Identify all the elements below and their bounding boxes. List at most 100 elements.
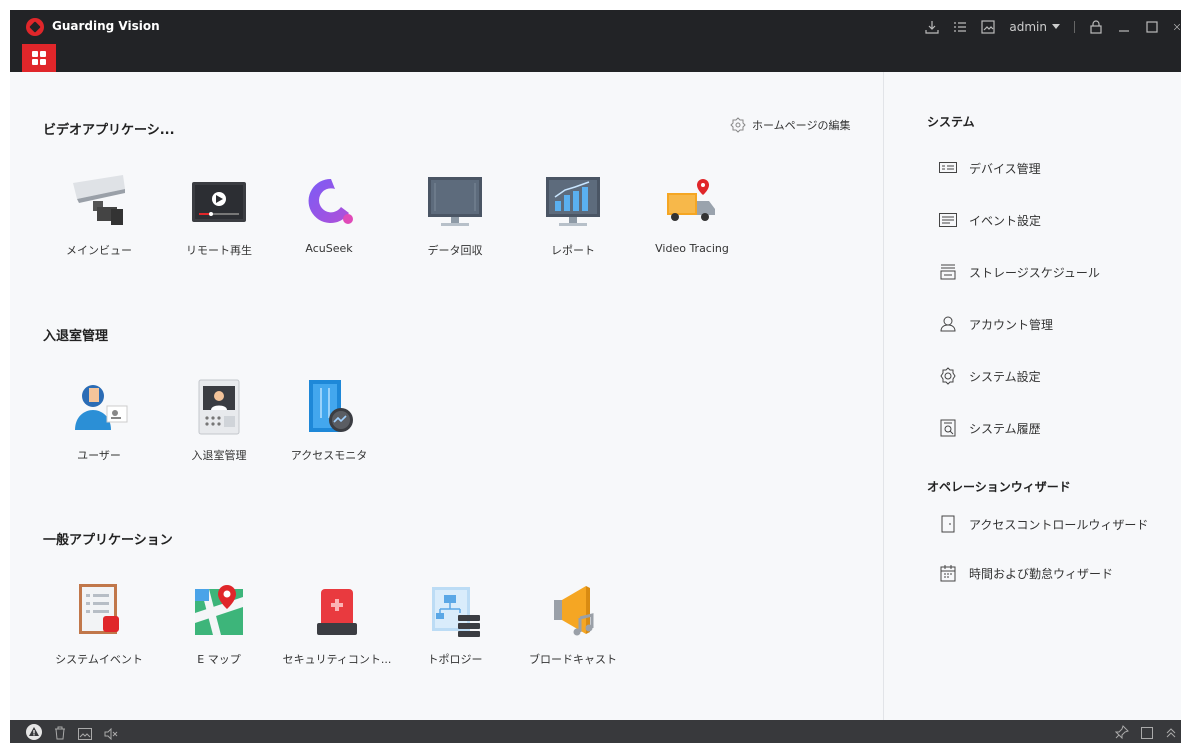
- username: admin: [1009, 20, 1047, 34]
- chevron-up-icon[interactable]: [1165, 724, 1177, 743]
- app-label: メインビュー: [66, 244, 132, 257]
- gear-icon: [730, 117, 746, 133]
- right-panel: システム デバイス管理 イベント設定 ストレージスケジュール アカウント管理 シ…: [884, 72, 1181, 720]
- app-window: Guarding Vision admin ビデオアプリケーシ... ホームペー…: [0, 0, 1181, 743]
- top-margin: [0, 0, 1181, 10]
- minimize-icon[interactable]: [1117, 20, 1131, 34]
- app-label: AcuSeek: [305, 242, 353, 255]
- trash-icon[interactable]: [54, 725, 66, 743]
- menu-label: ストレージスケジュール: [969, 265, 1100, 280]
- door-icon: [939, 515, 957, 533]
- image-icon[interactable]: [78, 725, 92, 743]
- app-label: リモート再生: [186, 244, 252, 257]
- access-monitor-icon: [297, 377, 361, 437]
- menu-storage-schedule[interactable]: ストレージスケジュール: [939, 263, 1100, 281]
- section-title-video: ビデオアプリケーシ...: [43, 123, 175, 138]
- data-monitor-icon: [423, 172, 487, 232]
- camera-icon: [67, 172, 131, 232]
- separator: [1074, 21, 1075, 33]
- app-emap[interactable]: E マップ: [159, 581, 279, 676]
- app-security-control[interactable]: セキュリティコント...: [277, 581, 397, 676]
- wizard-section-title: オペレーションウィザード: [927, 480, 1071, 494]
- map-pin-icon: [187, 581, 251, 641]
- task-list-icon[interactable]: [953, 20, 967, 34]
- broadcast-icon: [541, 581, 605, 641]
- app-label: データ回収: [427, 244, 483, 257]
- alarm-warning-icon[interactable]: [26, 724, 42, 743]
- maximize-icon[interactable]: [1145, 20, 1159, 34]
- truck-location-icon: [660, 172, 724, 232]
- app-broadcast[interactable]: ブロードキャスト: [513, 581, 633, 676]
- menu-label: システム設定: [969, 369, 1041, 384]
- user-menu[interactable]: admin: [1009, 20, 1060, 34]
- menu-attendance-wizard[interactable]: 時間および勤怠ウィザード: [939, 564, 1113, 582]
- picture-icon[interactable]: [981, 20, 995, 34]
- edit-homepage-label: ホームページの編集: [752, 119, 851, 132]
- menu-account-management[interactable]: アカウント管理: [939, 315, 1053, 333]
- app-label: セキュリティコント...: [282, 653, 392, 666]
- menu-label: デバイス管理: [969, 161, 1041, 176]
- door-station-icon: [187, 377, 251, 437]
- menu-device-management[interactable]: デバイス管理: [939, 159, 1041, 177]
- app-remote-playback[interactable]: リモート再生: [159, 172, 279, 267]
- app-label: トポロジー: [427, 653, 483, 666]
- menu-access-control-wizard[interactable]: アクセスコントロールウィザード: [939, 515, 1148, 533]
- caret-down-icon: [1052, 24, 1060, 29]
- app-label: 入退室管理: [191, 449, 247, 462]
- menu-label: システム履歴: [969, 421, 1041, 436]
- menu-label: イベント設定: [969, 213, 1042, 228]
- user-card-icon: [67, 377, 131, 437]
- app-system-event[interactable]: システムイベント: [39, 581, 159, 676]
- download-icon[interactable]: [925, 20, 939, 34]
- edit-homepage-button[interactable]: ホームページの編集: [730, 117, 850, 133]
- section-title-access: 入退室管理: [43, 329, 109, 344]
- account-icon: [939, 315, 957, 333]
- app-label: ユーザー: [77, 449, 121, 462]
- menu-event-settings[interactable]: イベント設定: [939, 211, 1041, 229]
- left-margin: [0, 72, 10, 720]
- close-icon[interactable]: [1173, 20, 1181, 34]
- playback-icon: [187, 172, 251, 232]
- app-access-monitor[interactable]: アクセスモニタ: [269, 377, 389, 472]
- section-title-general: 一般アプリケーション: [43, 533, 173, 548]
- app-label: システムイベント: [55, 653, 143, 666]
- menu-system-settings[interactable]: システム設定: [939, 367, 1041, 385]
- home-tab[interactable]: [22, 44, 56, 72]
- main-content: ビデオアプリケーシ... ホームページの編集 メインビュー リモート再生 Acu…: [10, 72, 883, 720]
- window-icon[interactable]: [1141, 724, 1153, 743]
- system-event-icon: [67, 581, 131, 641]
- menu-label: アカウント管理: [969, 317, 1054, 332]
- app-label: レポート: [551, 244, 595, 257]
- app-label: Video Tracing: [655, 242, 729, 255]
- pin-icon[interactable]: [1114, 724, 1129, 743]
- app-label: E マップ: [197, 653, 241, 666]
- storage-icon: [939, 263, 957, 281]
- app-video-tracing[interactable]: Video Tracing: [632, 172, 752, 267]
- status-bar: [10, 720, 1181, 743]
- mute-icon[interactable]: [104, 725, 118, 743]
- device-icon: [939, 159, 957, 177]
- lock-icon[interactable]: [1089, 20, 1103, 34]
- app-label: アクセスモニタ: [290, 449, 368, 462]
- log-search-icon: [939, 419, 957, 437]
- menu-label: 時間および勤怠ウィザード: [969, 566, 1114, 581]
- app-report[interactable]: レポート: [513, 172, 633, 267]
- app-topology[interactable]: トポロジー: [395, 581, 515, 676]
- gear-icon: [939, 367, 957, 385]
- menu-label: アクセスコントロールウィザード: [969, 517, 1149, 532]
- report-chart-icon: [541, 172, 605, 232]
- calendar-icon: [939, 564, 957, 582]
- event-settings-icon: [939, 211, 957, 229]
- app-label: ブロードキャスト: [529, 653, 617, 666]
- title-bar-controls: admin: [925, 16, 1181, 38]
- app-acuseek[interactable]: AcuSeek: [269, 172, 389, 267]
- app-user[interactable]: ユーザー: [39, 377, 159, 472]
- app-access-control[interactable]: 入退室管理: [159, 377, 279, 472]
- menu-system-log[interactable]: システム履歴: [939, 419, 1041, 437]
- alarm-light-icon: [305, 581, 369, 641]
- topology-icon: [423, 581, 487, 641]
- title-bar: Guarding Vision admin: [10, 10, 1181, 72]
- app-main-view[interactable]: メインビュー: [39, 172, 159, 267]
- app-data-collection[interactable]: データ回収: [395, 172, 515, 267]
- app-title: Guarding Vision: [52, 19, 160, 33]
